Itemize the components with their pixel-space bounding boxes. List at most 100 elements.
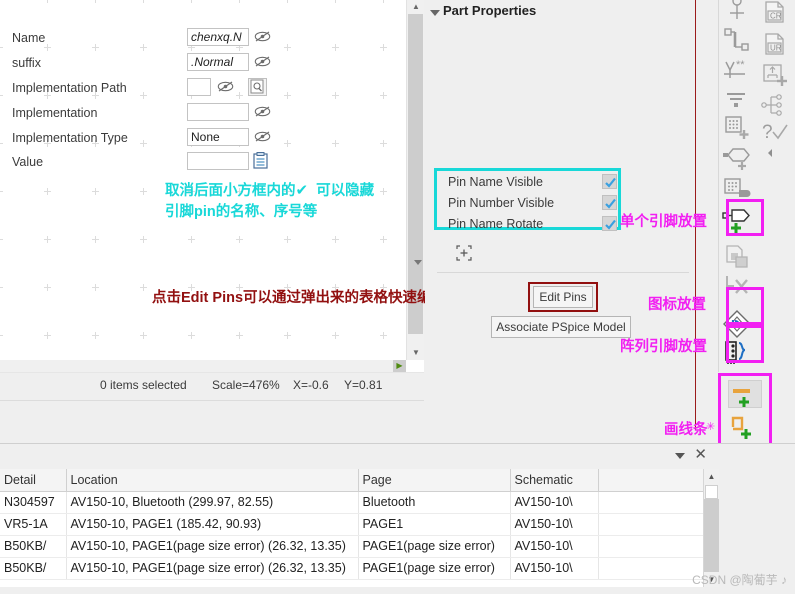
grid-mark — [44, 284, 51, 291]
collapse-arrow-icon[interactable] — [759, 142, 791, 174]
place-power-icon[interactable]: ** — [721, 52, 753, 84]
log-scroll-thumb[interactable] — [705, 485, 718, 499]
place-off-page-connector-icon[interactable] — [721, 240, 753, 272]
table-row[interactable]: N304597 AV150-10, Bluetooth (299.97, 82.… — [0, 491, 718, 514]
property-row-implementation-type: Implementation Type None — [12, 127, 422, 265]
place-net-alias-icon[interactable] — [721, 0, 753, 24]
cell-location: AV150-10, PAGE1 (185.42, 90.93) — [66, 513, 359, 536]
grid-mark — [140, 332, 147, 339]
log-table-scrollbar[interactable]: ▲ ▼ — [703, 469, 719, 587]
scroll-right-icon[interactable]: ▶ — [393, 360, 406, 372]
cell-extra — [598, 513, 718, 536]
grid-mark — [188, 236, 195, 243]
grid-mark — [284, 332, 291, 339]
visibility-eye-icon[interactable] — [254, 30, 271, 44]
checkbox-label: Pin Number Visible — [448, 196, 555, 210]
column-header-schematic[interactable]: Schematic — [510, 469, 599, 492]
property-row-name: Name chenxq.N — [12, 27, 290, 52]
grid-mark — [92, 188, 99, 195]
visibility-eye-icon[interactable] — [254, 130, 271, 144]
grid-mark — [0, 332, 3, 339]
chevron-down-icon[interactable] — [414, 260, 422, 265]
checkbox-row-pin-number-visible[interactable]: Pin Number Visible — [448, 193, 628, 214]
chevron-down-icon[interactable] — [430, 10, 440, 16]
property-row-implementation: Implementation — [12, 102, 290, 127]
column-header-page[interactable]: Page — [358, 469, 511, 492]
cell-page: Bluetooth — [358, 491, 511, 514]
create-ur-doc-icon[interactable]: UR — [759, 28, 791, 60]
visibility-eye-icon[interactable] — [254, 55, 271, 69]
annotation-cyan-text1b: 可以隐藏 — [316, 183, 375, 199]
create-cr-doc-icon[interactable]: CR — [759, 0, 791, 28]
grid-mark — [44, 332, 51, 339]
grid-mark — [140, 188, 147, 195]
status-x: X=-0.6 — [293, 378, 329, 392]
grid-mark — [92, 332, 99, 339]
grid-mark — [44, 188, 51, 195]
property-label: Value — [12, 155, 44, 169]
log-table-wrapper[interactable]: Detail Location Page Schematic N304597 A… — [0, 469, 718, 587]
annotation-single-pin: 单个引脚放置 — [620, 214, 707, 230]
grid-mark — [44, 236, 51, 243]
session-log-panel: ✕ Detail Location Page Schematic N304597… — [0, 443, 795, 594]
cell-page: PAGE1 — [358, 513, 511, 536]
grid-mark — [332, 0, 339, 3]
expand-marker-icon[interactable] — [456, 245, 472, 261]
place-ieee-highlight-box — [726, 287, 764, 325]
column-header-detail[interactable]: Detail — [0, 469, 67, 492]
svg-text:UR: UR — [770, 44, 782, 53]
cell-detail: N304597 — [0, 491, 67, 514]
table-row[interactable]: B50KB/ AV150-10, PAGE1(page size error) … — [0, 557, 718, 580]
canvas-hscroll-thumb[interactable] — [0, 360, 393, 372]
grid-mark — [140, 284, 147, 291]
grid-mark — [332, 44, 339, 51]
log-table: Detail Location Page Schematic N304597 A… — [0, 469, 718, 580]
table-row[interactable]: B50KB/ AV150-10, PAGE1(page size error) … — [0, 535, 718, 558]
edit-pins-button[interactable]: Edit Pins — [533, 286, 593, 308]
implementation-type-select[interactable]: None — [187, 128, 249, 146]
scroll-up-icon[interactable]: ▲ — [407, 0, 424, 14]
place-hier-block-icon[interactable] — [721, 110, 753, 142]
column-header-location[interactable]: Location — [66, 469, 359, 492]
checkbox-row-pin-name-visible[interactable]: Pin Name Visible — [448, 172, 628, 193]
status-bar: 0 items selected Scale=476% X=-0.6 Y=0.8… — [0, 372, 424, 401]
column-header-extra[interactable] — [598, 469, 718, 492]
grid-mark — [236, 0, 243, 3]
name-field[interactable]: chenxq.N — [187, 28, 249, 46]
pin-number-visible-checkbox[interactable] — [602, 195, 617, 210]
visibility-eye-icon[interactable] — [217, 80, 234, 94]
associate-pspice-model-button[interactable]: Associate PSpice Model — [491, 316, 631, 338]
add-part-icon[interactable] — [759, 58, 791, 90]
watermark: CSDN @陶葡芋 ♪ — [692, 573, 787, 587]
pin-name-visible-checkbox[interactable] — [602, 174, 617, 189]
grid-mark — [0, 140, 3, 147]
panel-menu-caret-icon[interactable] — [675, 453, 685, 459]
canvas-horizontal-scrollbar[interactable]: ▶ — [0, 360, 406, 372]
place-hier-port-icon[interactable] — [721, 140, 753, 172]
place-pin-highlight-box — [726, 199, 764, 236]
log-scroll-track[interactable] — [704, 499, 719, 572]
browse-folder-icon[interactable] — [248, 78, 267, 96]
value-field[interactable] — [187, 152, 249, 170]
svg-text:**: ** — [736, 59, 745, 71]
pin-name-rotate-checkbox[interactable] — [602, 216, 617, 231]
table-row[interactable]: VR5-1A AV150-10, PAGE1 (185.42, 90.93) P… — [0, 513, 718, 536]
visibility-eye-icon[interactable] — [254, 105, 271, 119]
implementation-path-field[interactable] — [187, 78, 211, 96]
grid-mark — [380, 332, 387, 339]
cell-location: AV150-10, Bluetooth (299.97, 82.55) — [66, 491, 359, 514]
scroll-up-icon[interactable]: ▲ — [704, 469, 719, 484]
scroll-down-icon[interactable]: ▼ — [407, 346, 424, 360]
grid-mark — [380, 92, 387, 99]
status-scale: Scale=476% — [212, 378, 280, 392]
annotation-mark: ✳ — [706, 421, 716, 433]
suffix-field[interactable]: .Normal — [187, 53, 249, 71]
close-icon[interactable]: ✕ — [694, 446, 707, 464]
implementation-field[interactable] — [187, 103, 249, 121]
checkbox-row-pin-name-rotate[interactable]: Pin Name Rotate — [448, 214, 628, 235]
grid-mark — [236, 332, 243, 339]
place-bus-entry-icon[interactable] — [721, 22, 753, 54]
clipboard-icon[interactable] — [252, 152, 271, 170]
cell-detail: B50KB/ — [0, 557, 67, 580]
status-items-selected: 0 items selected — [100, 378, 187, 392]
